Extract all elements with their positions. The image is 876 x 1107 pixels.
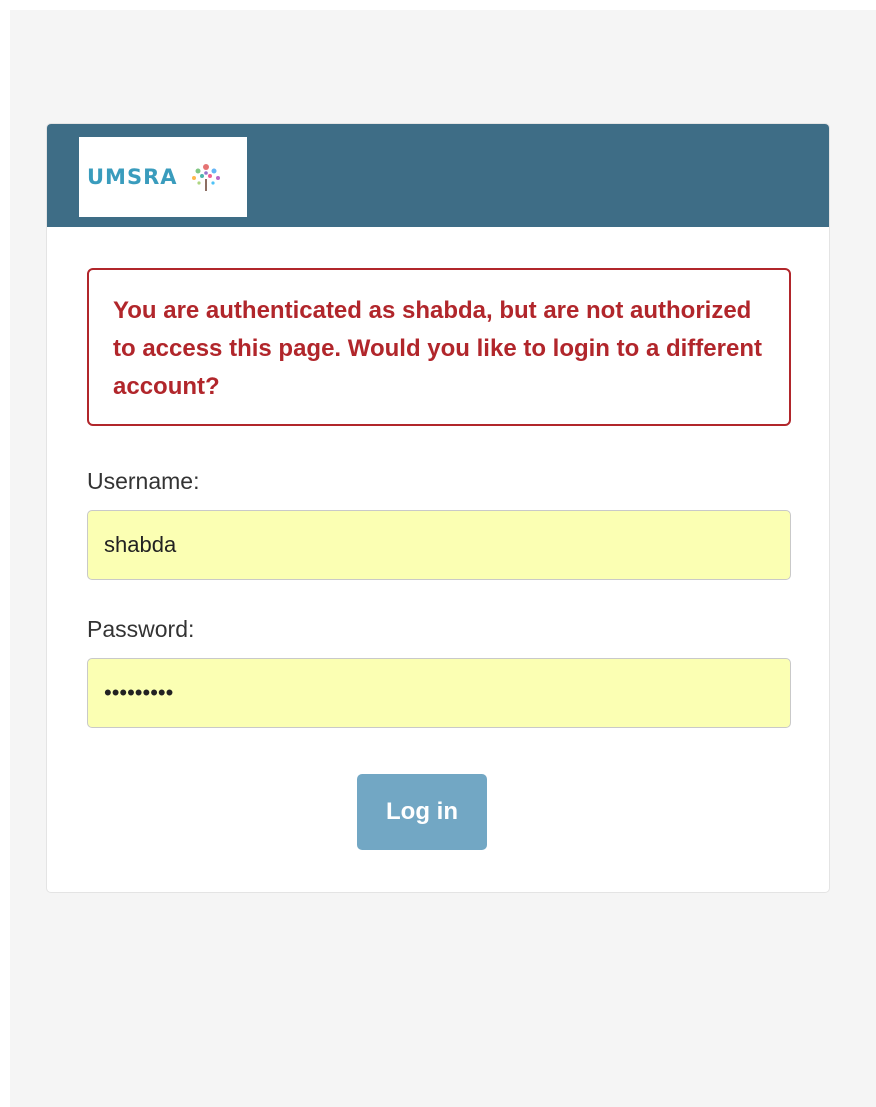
username-input[interactable] <box>87 510 791 580</box>
password-input[interactable] <box>87 658 791 728</box>
card-header: UMSRA <box>47 124 829 227</box>
logo-text: UMSRA <box>87 165 178 189</box>
login-button[interactable]: Log in <box>357 774 487 850</box>
login-card: UMSRA You are authenticated as shabda, b… <box>46 123 830 893</box>
tree-logo-icon <box>191 164 220 191</box>
site-logo[interactable]: UMSRA <box>79 137 247 217</box>
password-label: Password: <box>87 616 195 642</box>
username-label: Username: <box>87 468 200 494</box>
error-message: You are authenticated as shabda, but are… <box>113 297 762 400</box>
error-message-box: You are authenticated as shabda, but are… <box>87 268 791 426</box>
